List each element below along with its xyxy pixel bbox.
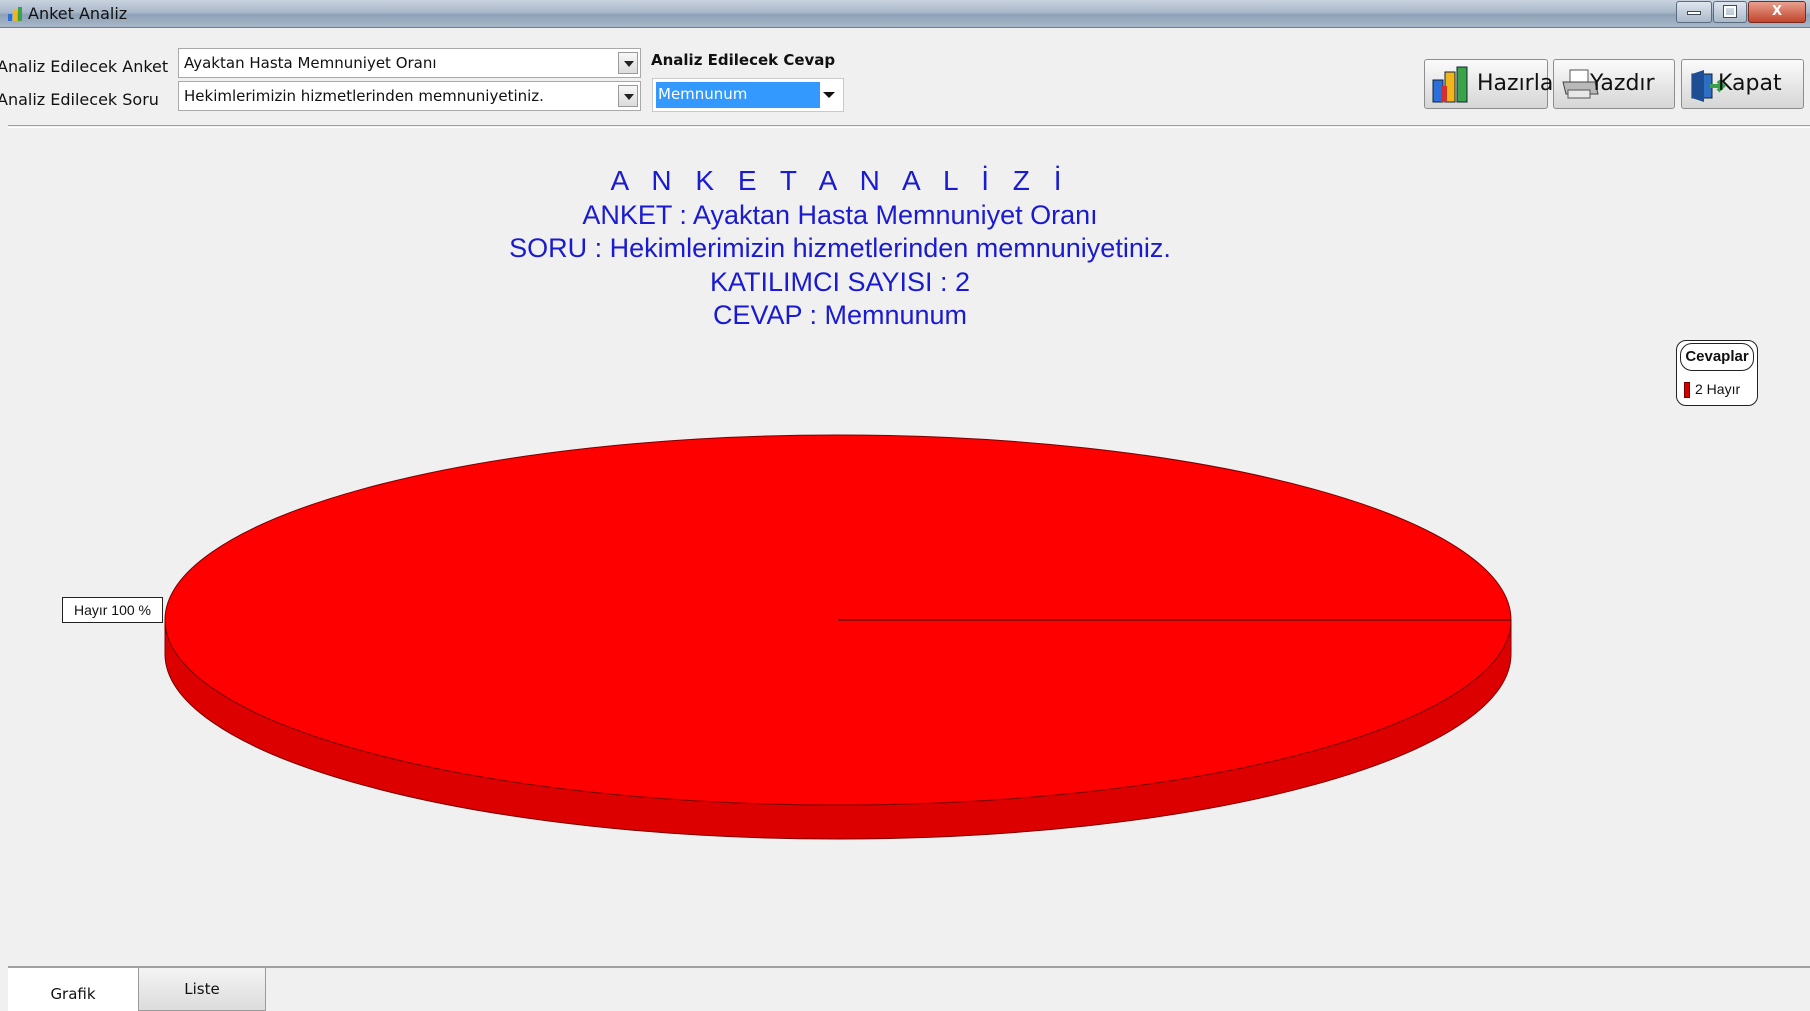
prepare-button[interactable]: Hazırla [1424,59,1553,109]
title-bar[interactable]: Anket Analiz X [0,0,1810,28]
close-button-label: Kapat [1718,71,1782,96]
answer-label: Analiz Edilecek Cevap [651,51,836,69]
pie-chart [164,434,1512,840]
minimize-icon [1687,11,1701,15]
maximize-button[interactable] [1713,1,1747,23]
survey-label: Analiz Edilecek Anket [0,57,169,76]
tab-liste[interactable]: Liste [138,968,266,1011]
toolbar-separator [8,125,1810,128]
answer-select-value: Memnunum [656,82,820,108]
close-window-button[interactable]: X [1748,1,1806,23]
maximize-icon [1723,5,1737,18]
tab-grafik[interactable]: Grafik [8,968,138,1011]
answer-select[interactable]: Memnunum [652,78,844,112]
close-button[interactable]: Kapat [1681,59,1804,109]
legend-title: Cevaplar [1680,343,1754,371]
print-button-label: Yazdır [1590,71,1655,96]
survey-select[interactable]: Ayaktan Hasta Memnuniyet Oranı [178,48,641,78]
pie-slice-label: Hayır 100 % [62,597,163,623]
legend-item-hayir: 2 Hayır [1695,381,1741,397]
print-button[interactable]: Yazdır [1553,59,1675,109]
close-icon: X [1771,4,1783,19]
question-select[interactable]: Hekimlerimizin hizmetlerinden memnuniyet… [178,81,641,111]
prepare-button-label: Hazırla [1477,71,1554,96]
legend-swatch-hayir [1684,382,1690,398]
question-dropdown-button[interactable] [618,85,638,107]
anket-analiz-window: Anket Analiz X Analiz Edilecek Anket Aya… [0,0,1810,1011]
survey-select-value: Ayaktan Hasta Memnuniyet Oranı [184,54,437,72]
app-icon [8,7,22,21]
minimize-button[interactable] [1676,1,1712,23]
chart-legend: Cevaplar 2 Hayır [1676,340,1758,406]
window-title: Anket Analiz [28,4,128,23]
question-select-value: Hekimlerimizin hizmetlerinden memnuniyet… [184,87,544,105]
chevron-down-icon[interactable] [823,92,835,98]
survey-dropdown-button[interactable] [618,52,638,74]
bar-chart-icon [1432,66,1468,103]
question-label: Analiz Edilecek Soru [0,90,159,109]
chart-panel: A N K E T A N A L İ Z İ ANKET : Ayaktan … [8,129,1810,966]
tab-strip-line [8,966,1810,968]
